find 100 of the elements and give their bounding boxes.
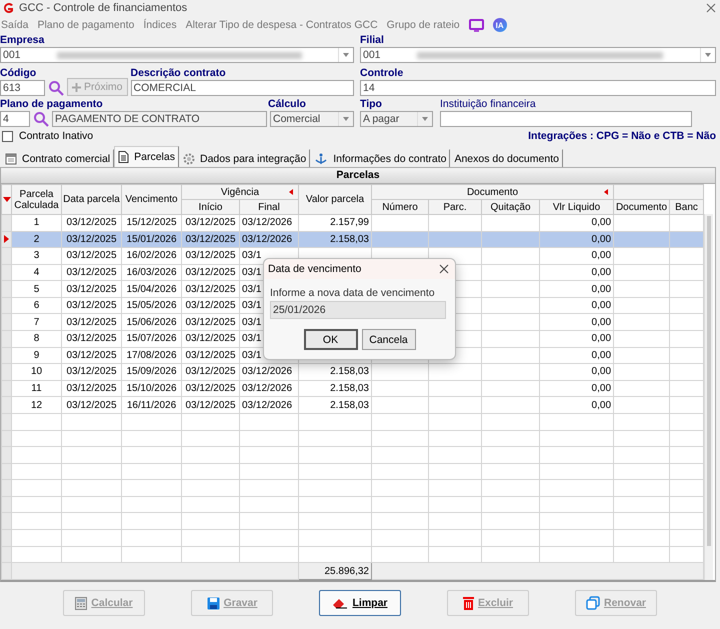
scrollbar[interactable] — [704, 214, 714, 580]
table-cell: 0,00 — [592, 316, 612, 328]
company-select[interactable]: 001 — [0, 47, 354, 63]
table-cell: 6 — [34, 300, 40, 312]
row-pointer-icon — [4, 235, 9, 244]
search-icon[interactable] — [48, 80, 64, 96]
table-cell: 0,00 — [592, 234, 612, 245]
collapse-arrow-icon[interactable] — [289, 189, 293, 195]
field-label: Plano de pagamento — [0, 98, 104, 111]
table-cell: 03/12/2025 — [66, 366, 117, 378]
column-header[interactable]: Valor parcela — [298, 184, 372, 214]
table-cell: 03/1 — [242, 250, 262, 262]
table-cell: 03/1 — [242, 350, 262, 361]
column-header[interactable]: Data parcela — [62, 184, 122, 214]
column-header[interactable]: Número — [372, 200, 428, 214]
column-header[interactable]: Documento — [614, 200, 670, 214]
plan-code-field[interactable]: 4 — [0, 111, 30, 127]
sort-arrow-icon[interactable] — [2, 197, 10, 202]
table-cell: 15/05/2026 — [126, 300, 177, 312]
column-header[interactable]: Início — [182, 200, 240, 214]
table-cell: 0,00 — [592, 400, 612, 411]
table-cell: 9 — [34, 350, 40, 361]
table-cell: 03/12/2025 — [185, 284, 236, 295]
table-cell: 03/12/2026 — [242, 234, 292, 245]
field-label: Tipo — [360, 98, 383, 111]
menu-item[interactable]: Plano de pagamento — [37, 19, 134, 31]
table-cell: 0,00 — [592, 267, 612, 278]
menu-item[interactable]: Saída — [1, 19, 28, 31]
tab[interactable]: Parcelas — [114, 146, 179, 167]
code-field[interactable]: 613 — [0, 80, 45, 96]
table-cell: 15/07/2026 — [126, 333, 177, 344]
column-header[interactable]: Banc — [670, 200, 704, 214]
dropdown-arrow-icon — [704, 53, 711, 57]
dialog-button[interactable]: Cancela — [362, 329, 416, 350]
date-field[interactable]: 25/01/2026 — [270, 301, 446, 319]
table-cell: 11 — [31, 383, 42, 394]
table-row[interactable]: 10 03/12/2025 15/09/2026 03/12/2025 03/12/2026 2.158,03 0,00 — [2, 364, 704, 380]
table-cell: 2.157,99 — [330, 217, 369, 228]
column-header[interactable]: Quitação — [482, 200, 540, 214]
field-label: Filial — [360, 34, 385, 47]
table-cell: 03/12/2025 — [185, 234, 236, 245]
table-cell: 03/1 — [242, 316, 262, 328]
copy-icon — [586, 596, 600, 610]
calculator-icon — [75, 596, 88, 610]
table-cell: 0,00 — [592, 300, 612, 312]
type-select[interactable]: A pagar — [360, 111, 433, 127]
dropdown-arrow-icon — [422, 117, 428, 121]
column-header[interactable]: Vencimento — [122, 184, 182, 214]
table-row[interactable]: 12 03/12/2025 16/11/2026 03/12/2025 03/12/2026 2.158,03 0,00 — [2, 396, 704, 414]
eraser-icon — [332, 597, 348, 609]
column-header[interactable]: Parcela Calculada — [12, 184, 62, 214]
checkbox[interactable] — [2, 130, 13, 142]
table-cell: 03/12/2025 — [185, 267, 236, 278]
table-cell: 03/12/2025 — [185, 333, 236, 344]
table-cell: 03/12/2025 — [66, 217, 117, 228]
field-label: Descrição contrato — [130, 67, 227, 80]
action-button[interactable]: Limpar — [319, 590, 401, 616]
menu-item[interactable]: Índices — [143, 19, 177, 31]
table-cell: 2.158,03 — [330, 383, 369, 394]
integrations-status: Integrações : CPG = Não e CTB = Não — [527, 129, 716, 144]
table-cell: 3 — [34, 250, 40, 262]
floppy-icon — [206, 596, 220, 610]
table-cell: 03/12/2025 — [66, 333, 117, 344]
column-header[interactable]: Parc. — [428, 200, 482, 214]
table-cell: 0,00 — [592, 250, 612, 262]
checkbox-label: Contrato Inativo — [19, 130, 94, 142]
table-row[interactable]: 1 03/12/2025 15/12/2025 03/12/2025 03/12/2026 2.157,99 0,00 — [2, 214, 704, 232]
column-header[interactable]: Vlr Liquido — [540, 200, 614, 214]
description-field[interactable]: COMERCIAL — [130, 80, 354, 96]
dialog-button[interactable]: OK — [304, 329, 358, 350]
plus-icon — [72, 82, 81, 92]
menu-item[interactable]: Alterar Tipo de despesa - Contratos GCC — [186, 19, 378, 31]
table-cell: 15/09/2026 — [126, 366, 177, 378]
dialog-title: Data de vencimento — [268, 263, 362, 275]
field-label: Empresa — [0, 34, 46, 47]
table-cell: 2 — [34, 234, 40, 245]
control-field[interactable]: 14 — [360, 80, 716, 96]
branch-select[interactable]: 001 — [360, 47, 716, 63]
table-cell: 0,00 — [592, 350, 612, 361]
collapse-arrow-icon[interactable] — [604, 189, 608, 195]
menu-item[interactable]: Grupo de rateio — [386, 19, 460, 31]
column-header[interactable]: Final — [240, 200, 298, 214]
table-cell: 03/12/2026 — [242, 383, 292, 394]
column-group-header[interactable]: Documento — [466, 186, 518, 198]
institution-field[interactable] — [440, 111, 692, 127]
search-icon[interactable] — [33, 111, 49, 127]
table-cell: 2.158,03 — [330, 400, 369, 411]
dialog-prompt: Informe a nova data de vencimento — [270, 287, 436, 299]
ai-badge[interactable]: IA — [492, 18, 507, 32]
table-cell: 0,00 — [592, 284, 612, 295]
calculation-select[interactable]: Comercial — [270, 111, 354, 127]
table-cell: 17/08/2026 — [126, 350, 177, 361]
close-icon[interactable] — [706, 3, 716, 13]
monitor-icon[interactable] — [468, 18, 484, 32]
table-row[interactable]: 2 03/12/2025 15/01/2026 03/12/2025 03/12/2026 2.158,03 0,00 — [2, 231, 704, 248]
close-icon[interactable] — [439, 264, 449, 274]
field-label: Instituição financeira — [440, 98, 537, 111]
table-cell: 03/12/2025 — [66, 350, 117, 361]
table-row[interactable]: 11 03/12/2025 15/10/2026 03/12/2025 03/12/2026 2.158,03 0,00 — [2, 380, 704, 397]
plan-name-field[interactable]: PAGAMENTO DE CONTRATO — [52, 111, 267, 127]
